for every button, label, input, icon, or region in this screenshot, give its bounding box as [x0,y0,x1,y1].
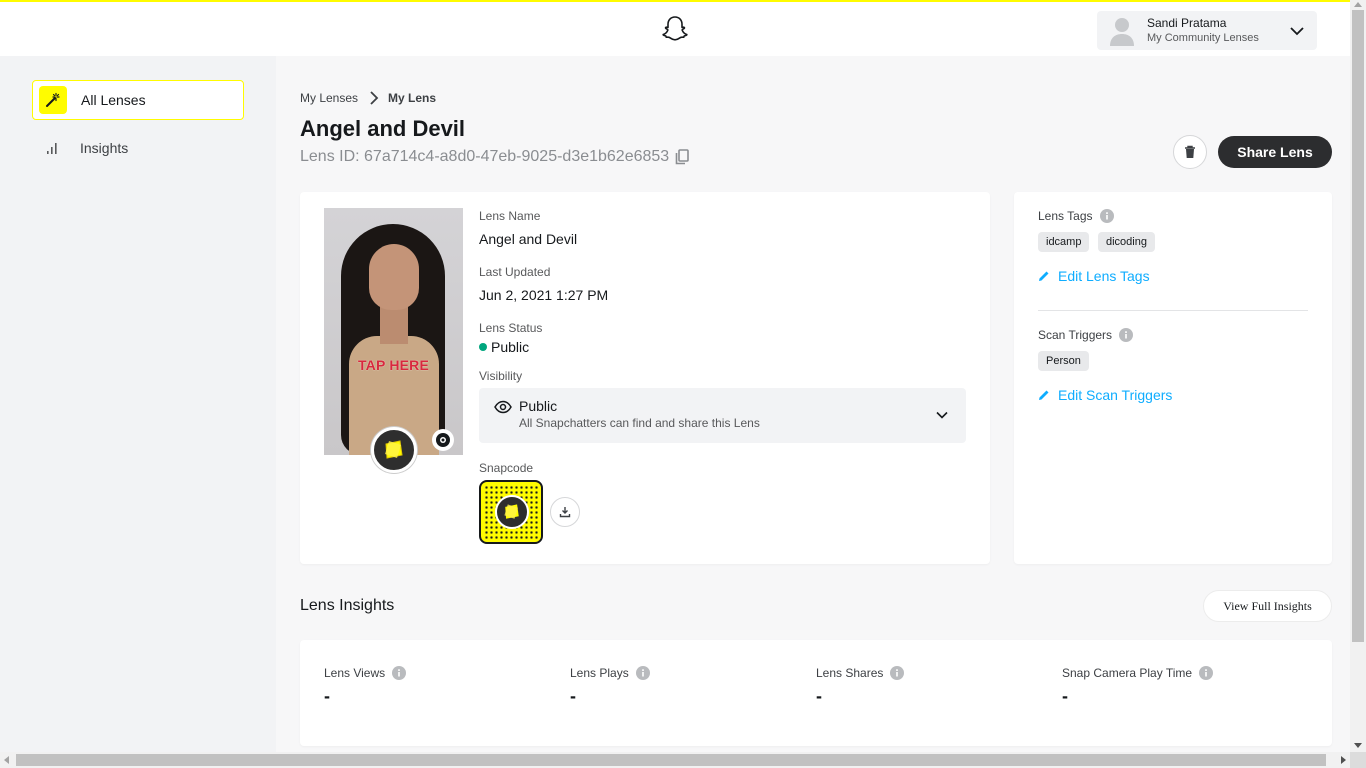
divider [1038,310,1308,311]
sidebar: All Lenses Insights [0,56,276,752]
breadcrumb: My Lenses My Lens [300,90,436,106]
delete-lens-button[interactable] [1173,135,1207,169]
metric-value: - [324,686,330,706]
user-subtitle: My Community Lenses [1147,32,1259,44]
metric-lens-shares: Lens Shares - [816,666,905,707]
visibility-label: Visibility [479,369,523,383]
preview-overlay-text: TAP HERE [357,357,430,373]
visibility-description: All Snapchatters can find and share this… [519,416,760,430]
breadcrumb-my-lenses-link[interactable]: My Lenses [300,91,358,105]
status-dot-icon [479,343,487,351]
metric-label: Lens Views [324,666,386,680]
visibility-dropdown[interactable]: Public All Snapchatters can find and sha… [479,388,966,443]
sidebar-item-all-lenses[interactable]: All Lenses [32,80,244,120]
camera-icon[interactable] [432,429,454,451]
lens-tags-heading: Lens Tags [1038,209,1114,223]
lens-name-value: Angel and Devil [479,231,578,247]
share-lens-button[interactable]: Share Lens [1218,136,1332,168]
user-account-menu[interactable]: Sandi Pratama My Community Lenses [1097,11,1317,50]
page-title: Angel and Devil [300,116,466,141]
last-updated-label: Last Updated [479,265,551,279]
lens-insights-card: Lens Views - Lens Plays - Lens Shares - … [300,640,1332,746]
scroll-left-icon[interactable] [4,756,9,764]
avatar-icon [1110,17,1134,46]
metric-value: - [570,686,576,706]
metric-value: - [1062,686,1068,706]
top-bar: Sandi Pratama My Community Lenses [0,0,1350,56]
pencil-icon [1039,390,1049,400]
last-updated-value: Jun 2, 2021 1:27 PM [479,287,609,303]
snapcode-label: Snapcode [479,461,534,475]
metric-label: Snap Camera Play Time [1062,666,1193,680]
chevron-right-icon [370,91,379,105]
scroll-right-icon[interactable] [1341,756,1346,764]
lens-tags-card: Lens Tags idcamp dicoding Edit Lens Tags… [1014,192,1332,564]
snapchat-ghost-icon[interactable] [662,15,688,43]
edit-lens-tags-link[interactable]: Edit Lens Tags [1038,268,1150,284]
info-icon[interactable] [392,666,407,680]
metric-label: Lens Shares [816,666,884,680]
download-snapcode-button[interactable] [550,497,580,527]
scan-triggers-label: Scan Triggers [1038,328,1113,342]
vertical-scrollbar[interactable] [1350,0,1366,752]
lens-id-text: Lens ID: 67a714c4-a8d0-47eb-9025-d3e1b62… [300,148,670,165]
copy-icon[interactable] [675,149,690,165]
visibility-value: Public [519,398,558,414]
lens-icon [371,427,417,473]
metric-value: - [816,686,822,706]
lens-details-card: TAP HERE Lens Name Angel and Devil Last … [300,192,990,564]
edit-scan-triggers-label: Edit Scan Triggers [1058,387,1173,403]
metric-snap-camera-play-time: Snap Camera Play Time - [1062,666,1214,707]
lens-insights-title: Lens Insights [300,597,395,614]
magic-wand-icon [39,86,67,114]
info-icon[interactable] [1099,209,1114,223]
metric-lens-views: Lens Views - [324,666,407,707]
scrollbar-thumb[interactable] [16,754,1326,766]
info-icon[interactable] [1199,666,1214,680]
horizontal-scrollbar[interactable] [0,752,1350,768]
chevron-down-icon [936,411,948,419]
scrollbar-corner [1350,752,1366,768]
lens-status-value: Public [491,339,530,355]
sidebar-item-label: All Lenses [81,92,146,108]
lens-status: Public [479,339,529,355]
download-icon [559,507,571,518]
scan-trigger-chip: Person [1038,351,1089,371]
edit-lens-tags-label: Edit Lens Tags [1058,268,1150,284]
info-icon[interactable] [635,666,650,680]
lens-tags-label: Lens Tags [1038,209,1093,223]
lens-status-label: Lens Status [479,321,543,335]
edit-scan-triggers-link[interactable]: Edit Scan Triggers [1038,387,1172,403]
view-full-insights-button[interactable]: View Full Insights [1203,590,1332,622]
lens-preview-image[interactable]: TAP HERE [324,208,463,455]
lens-id: Lens ID: 67a714c4-a8d0-47eb-9025-d3e1b62… [300,148,690,166]
bar-chart-icon [47,143,57,154]
sidebar-item-label: Insights [80,140,129,156]
info-icon[interactable] [890,666,905,680]
chevron-down-icon [1290,26,1304,35]
info-icon[interactable] [1119,328,1134,342]
sidebar-item-insights[interactable]: Insights [44,138,128,158]
eye-icon [494,400,512,414]
metric-label: Lens Plays [570,666,629,680]
scroll-down-icon[interactable] [1354,743,1362,748]
scroll-up-icon[interactable] [1354,2,1362,7]
trash-icon [1185,145,1195,158]
breadcrumb-current: My Lens [388,91,437,105]
metric-lens-plays: Lens Plays - [570,666,650,707]
lens-tag-chip: idcamp [1038,232,1090,252]
snapcode-image [479,480,543,544]
user-name: Sandi Pratama [1147,16,1227,30]
lens-tag-chip: dicoding [1098,232,1155,252]
lens-name-label: Lens Name [479,209,541,223]
scan-triggers-heading: Scan Triggers [1038,328,1134,342]
pencil-icon [1039,271,1049,281]
scrollbar-thumb[interactable] [1352,10,1364,642]
